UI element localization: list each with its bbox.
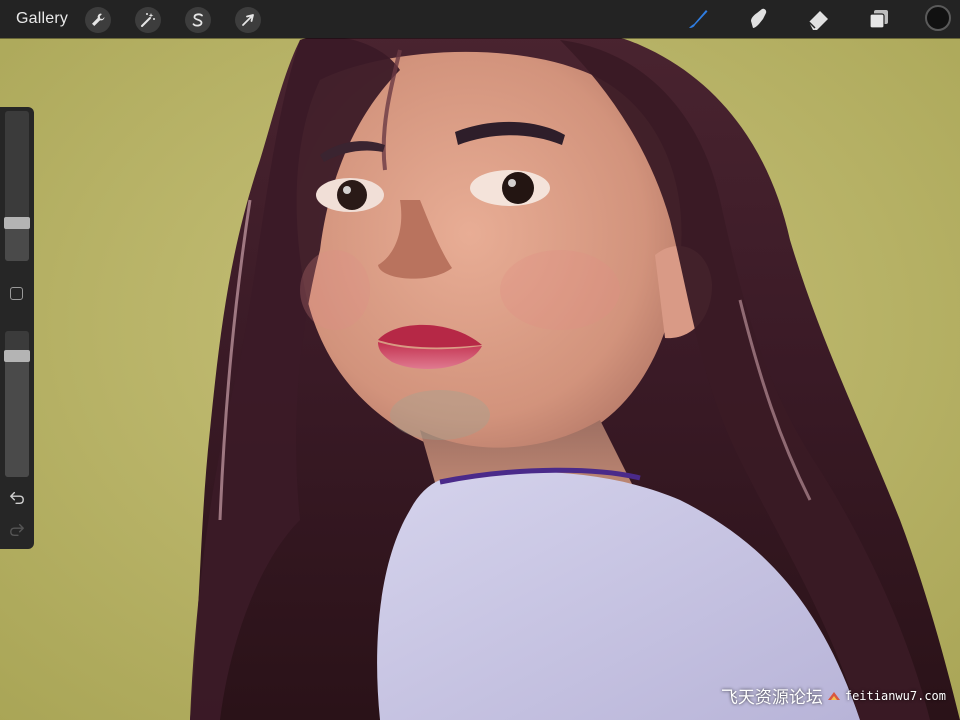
smudge-finger-icon xyxy=(751,8,767,28)
actions-button[interactable] xyxy=(85,7,111,33)
wrench-icon xyxy=(92,13,105,26)
layers-icon xyxy=(869,10,888,29)
arrow-cursor-icon xyxy=(242,14,254,26)
transform-button[interactable] xyxy=(235,7,261,33)
square-icon[interactable] xyxy=(10,287,23,300)
opacity-fill xyxy=(5,349,29,477)
watermark: 飞天资源论坛 feitianwu7.com xyxy=(721,683,946,708)
iris-right xyxy=(502,172,534,204)
logo-icon xyxy=(827,691,840,700)
painting-canvas[interactable] xyxy=(0,0,960,720)
redo-button[interactable] xyxy=(7,521,27,539)
undo-button[interactable] xyxy=(7,489,27,507)
color-picker-button[interactable] xyxy=(925,5,951,31)
eraser-icon xyxy=(808,11,828,30)
paint-tool-button[interactable] xyxy=(684,6,712,32)
watermark-domain: feitianwu7.com xyxy=(844,688,946,703)
left-sidebar xyxy=(0,107,34,549)
brush-size-thumb[interactable] xyxy=(4,217,30,230)
watermark-text-cn: 飞天资源论坛 xyxy=(720,688,823,708)
gallery-button[interactable]: Gallery xyxy=(16,9,68,29)
brush-icon xyxy=(689,10,708,28)
opacity-thumb[interactable] xyxy=(4,349,30,362)
top-toolbar: Gallery xyxy=(0,0,960,38)
brush-size-slider[interactable] xyxy=(5,111,29,261)
redo-arrow-icon xyxy=(10,523,24,537)
smudge-tool-button[interactable] xyxy=(745,6,773,32)
adjustments-button[interactable] xyxy=(135,7,161,33)
selection-s-icon xyxy=(192,13,203,27)
undo-arrow-icon xyxy=(10,491,24,505)
iris-left xyxy=(337,180,367,210)
erase-tool-button[interactable] xyxy=(805,6,833,32)
magic-wand-icon xyxy=(141,13,155,27)
layers-button[interactable] xyxy=(865,6,893,32)
selection-button[interactable] xyxy=(185,7,211,33)
